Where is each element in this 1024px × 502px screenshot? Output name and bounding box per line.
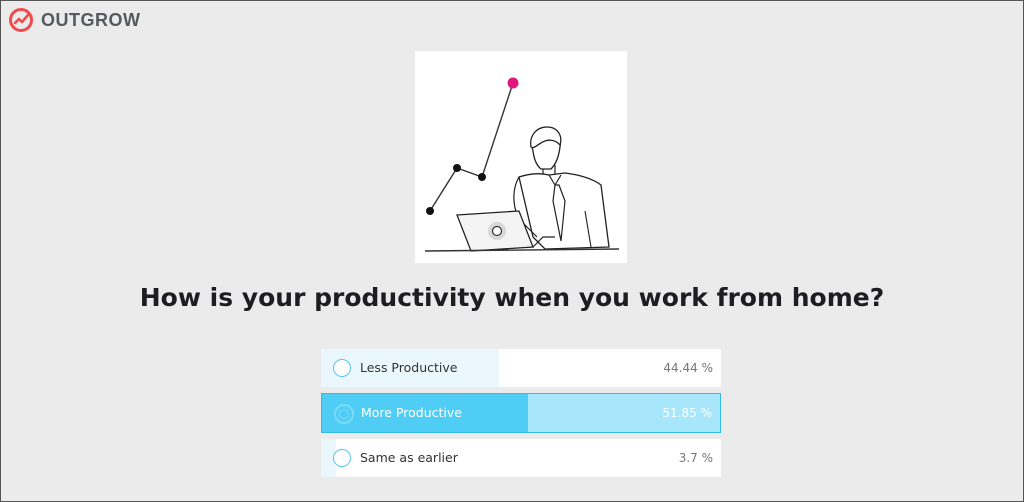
poll-option-percent: 44.44 % xyxy=(663,361,713,375)
radio-button[interactable] xyxy=(333,449,351,467)
poll-options: Less Productive 44.44 % More Productive … xyxy=(321,349,721,483)
radio-button[interactable] xyxy=(334,404,354,424)
poll-option-percent: 51.85 % xyxy=(662,406,712,420)
man-at-laptop-growth-chart-icon xyxy=(424,77,620,252)
poll-option-percent: 3.7 % xyxy=(678,451,713,465)
outgrow-logo-icon xyxy=(9,8,33,32)
brand-name: OUTGROW xyxy=(41,9,141,30)
poll-option-label: Less Productive xyxy=(360,360,458,375)
poll-option-more-productive[interactable]: More Productive 51.85 % xyxy=(321,393,721,433)
radio-button[interactable] xyxy=(333,359,351,377)
question-title: How is your productivity when you work f… xyxy=(139,283,885,312)
brand-logo[interactable]: OUTGROW xyxy=(8,7,141,33)
poll-option-less-productive[interactable]: Less Productive 44.44 % xyxy=(321,349,721,387)
question-illustration xyxy=(415,51,627,263)
poll-option-same-as-earlier[interactable]: Same as earlier 3.7 % xyxy=(321,439,721,477)
poll-option-label: Same as earlier xyxy=(360,450,458,465)
poll-option-label: More Productive xyxy=(361,405,462,420)
